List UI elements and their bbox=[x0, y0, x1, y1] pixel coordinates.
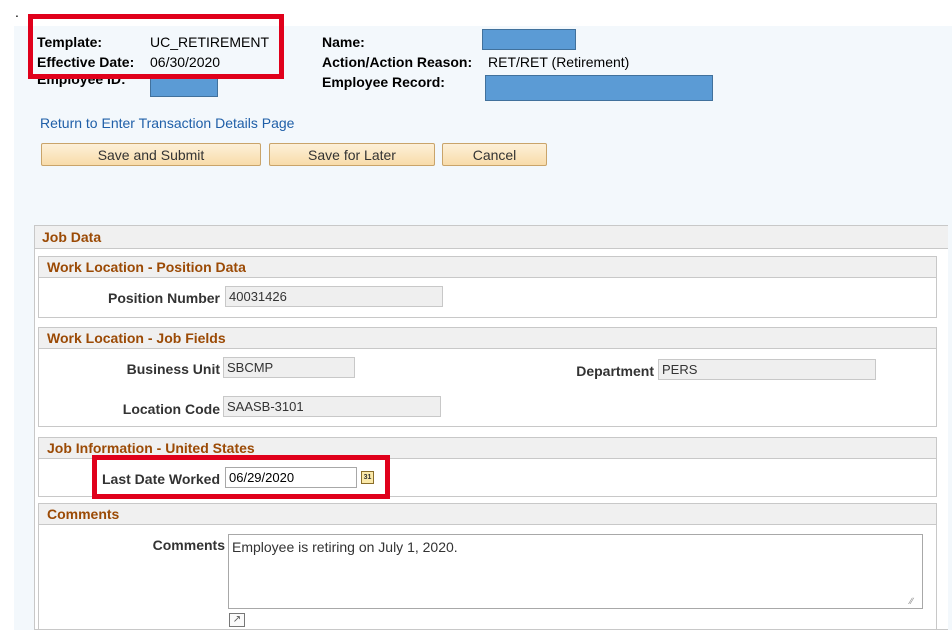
resize-grip-icon[interactable]: ∕∕ bbox=[910, 596, 920, 606]
comments-header: Comments bbox=[38, 503, 937, 525]
last-date-worked-label: Last Date Worked bbox=[102, 471, 220, 487]
save-and-submit-button[interactable]: Save and Submit bbox=[41, 143, 261, 166]
name-label: Name: bbox=[322, 34, 365, 50]
action-reason-value: RET/RET (Retirement) bbox=[488, 54, 630, 70]
return-to-transaction-link[interactable]: Return to Enter Transaction Details Page bbox=[40, 115, 294, 131]
calendar-icon[interactable]: 31 bbox=[361, 471, 374, 484]
effective-date-value: 06/30/2020 bbox=[150, 54, 221, 70]
location-code-label: Location Code bbox=[122, 401, 220, 417]
position-data-header: Work Location - Position Data bbox=[38, 256, 937, 278]
location-code-field: SAASB-3101 bbox=[223, 396, 441, 417]
effective-date-label: Effective Date: bbox=[37, 54, 135, 70]
employee-record-label: Employee Record: bbox=[322, 74, 445, 90]
expand-icon[interactable]: ↗ bbox=[229, 613, 245, 627]
employee-id-redacted bbox=[150, 74, 218, 97]
cancel-button[interactable]: Cancel bbox=[442, 143, 547, 166]
save-for-later-button[interactable]: Save for Later bbox=[269, 143, 435, 166]
name-redacted bbox=[482, 29, 576, 50]
department-field: PERS bbox=[658, 359, 876, 380]
template-value: UC_RETIREMENT bbox=[150, 34, 270, 50]
comments-label: Comments bbox=[152, 537, 225, 553]
employee-record-redacted bbox=[485, 75, 713, 101]
job-fields-header: Work Location - Job Fields bbox=[38, 327, 937, 349]
business-unit-label: Business Unit bbox=[126, 361, 220, 377]
comments-textarea[interactable]: Employee is retiring on July 1, 2020. bbox=[228, 534, 923, 609]
stray-dot: . bbox=[15, 4, 19, 20]
business-unit-field: SBCMP bbox=[223, 357, 355, 378]
job-data-title: Job Data bbox=[35, 226, 948, 249]
job-information-header: Job Information - United States bbox=[38, 437, 937, 459]
template-label: Template: bbox=[37, 34, 103, 50]
department-label: Department bbox=[576, 363, 654, 379]
position-number-field: 40031426 bbox=[225, 286, 443, 307]
action-reason-label: Action/Action Reason: bbox=[322, 54, 473, 70]
position-number-label: Position Number bbox=[107, 290, 220, 306]
last-date-worked-input[interactable] bbox=[225, 467, 357, 488]
